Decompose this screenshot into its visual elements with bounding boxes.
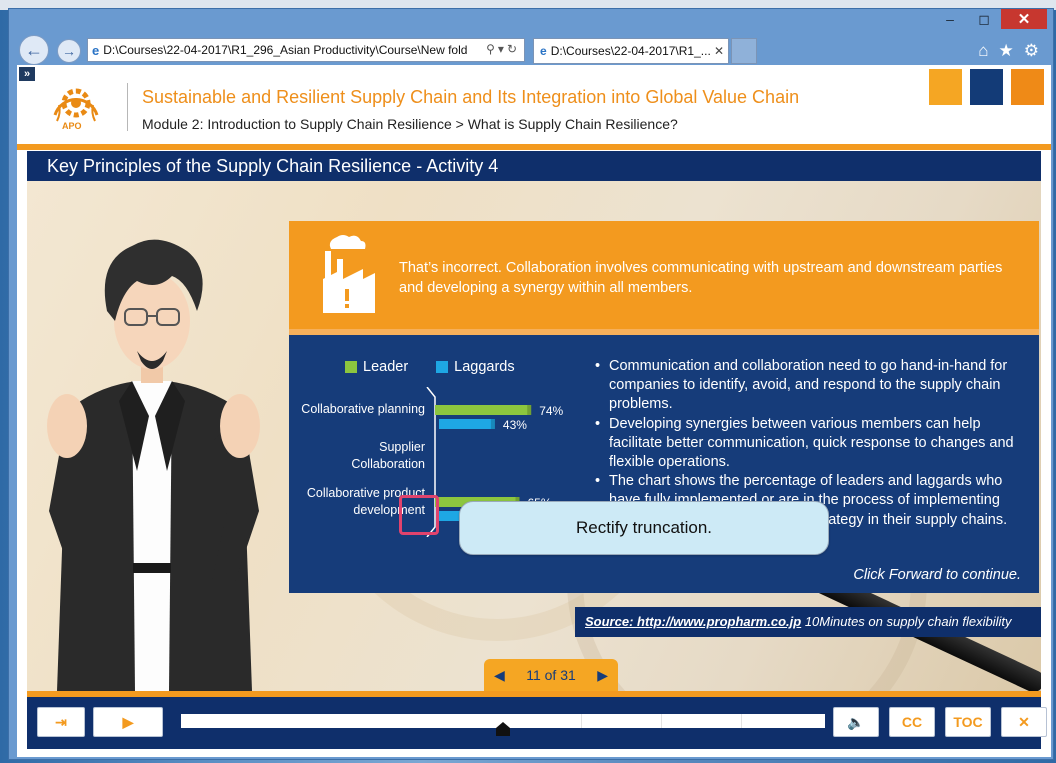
logo-text: APO [62, 121, 82, 131]
prev-slide-icon[interactable]: ◀ [494, 667, 505, 684]
slide-title: Key Principles of the Supply Chain Resil… [27, 151, 1041, 181]
accent-square [1011, 69, 1044, 105]
factory-alert-icon [323, 235, 375, 313]
window-controls: – ◻ ✕ [933, 9, 1047, 31]
accent-square [929, 69, 962, 105]
presenter-character [47, 239, 260, 691]
bullet-item: • Communication and collaboration need to… [595, 357, 1015, 415]
chart-value-label: 74% [539, 404, 563, 418]
callout-text: Rectify truncation. [575, 518, 713, 537]
header-divider [127, 83, 128, 131]
volume-button[interactable]: 🔈 [833, 707, 879, 737]
source-description: 10Minutes on supply chain flexibility [804, 614, 1012, 629]
browser-window: – ◻ ✕ ← → e D:\Courses\22-04-2017\R1_296… [8, 8, 1054, 760]
close-icon: ✕ [1018, 713, 1030, 730]
breadcrumb: Module 2: Introduction to Supply Chain R… [142, 116, 678, 132]
course-header: APO Sustainable and Resilient Supply Cha… [17, 65, 1051, 145]
apo-logo: APO [47, 79, 105, 137]
close-window-button[interactable]: ✕ [1001, 9, 1047, 29]
bullet-text: Developing synergies between various mem… [609, 415, 1014, 471]
arrow-left-icon: ← [25, 39, 43, 60]
address-bar[interactable]: e D:\Courses\22-04-2017\R1_296_Asian Pro… [87, 38, 525, 62]
progress-tick [581, 714, 582, 728]
home-icon[interactable]: ⌂ [978, 41, 988, 61]
exit-button[interactable]: ⇥ [37, 707, 85, 737]
browser-icons: ⌂ ★ ⚙ [978, 41, 1039, 61]
header-accent-line [17, 144, 1051, 150]
cc-label: CC [901, 714, 923, 730]
ie-icon: e [92, 42, 100, 58]
close-tab-icon[interactable]: ✕ [714, 44, 724, 58]
refresh-icon[interactable]: ↻ [507, 42, 520, 56]
tab-title: D:\Courses\22-04-2017\R1_... [550, 44, 711, 58]
exit-icon: ⇥ [55, 713, 67, 730]
arrow-right-icon: → [62, 43, 76, 59]
settings-gear-icon[interactable]: ⚙ [1024, 41, 1039, 61]
course-page: APO Sustainable and Resilient Supply Cha… [17, 65, 1051, 757]
course-title: Sustainable and Resilient Supply Chain a… [142, 87, 800, 107]
back-button[interactable]: ← [19, 35, 49, 65]
forward-button[interactable]: → [57, 39, 81, 63]
chart-category-label-line: Supplier [379, 440, 425, 454]
legend-swatch [436, 361, 449, 373]
toc-label: TOC [953, 714, 983, 730]
chart-bar-leader [435, 405, 532, 415]
truncation-highlight [399, 495, 439, 535]
next-slide-icon[interactable]: ▶ [597, 667, 608, 684]
accent-square [970, 69, 1003, 105]
legend-item-leader: Leader [345, 359, 408, 375]
new-tab-button[interactable] [731, 38, 757, 64]
close-player-button[interactable]: ✕ [1001, 707, 1047, 737]
chart-value-label: 43% [503, 418, 527, 432]
player-bar: ⇥ ▶ 🔈 CC TOC ✕ [27, 697, 1047, 749]
favorites-star-icon[interactable]: ★ [999, 41, 1014, 61]
source-bar: Source: http://www.propharm.co.jp 10Minu… [575, 607, 1041, 637]
address-text: D:\Courses\22-04-2017\R1_296_Asian Produ… [103, 43, 468, 57]
chart-category-label-line: Collaborative planning [301, 402, 425, 416]
dropdown-icon[interactable]: ▾ [498, 42, 507, 56]
address-tools: ⚲▾↻ [486, 42, 520, 56]
chart-category-label: Collaborative planning [301, 402, 425, 416]
progress-tick [661, 714, 662, 728]
minimize-button[interactable]: – [933, 9, 967, 29]
toc-button[interactable]: TOC [945, 707, 991, 737]
feedback-message: That’s incorrect. Collaboration involves… [399, 260, 1003, 296]
feedback-panel: That’s incorrect. Collaboration involves… [289, 221, 1039, 329]
source-link[interactable]: Source: http://www.propharm.co.jp [585, 614, 801, 629]
ie-icon: e [540, 44, 547, 58]
pager-text: 11 of 31 [526, 667, 576, 683]
progress-bar[interactable] [181, 714, 825, 736]
collapse-toggle-button[interactable]: » [19, 67, 35, 81]
chart-legend: Leader Laggards [345, 359, 515, 375]
legend-label: Laggards [454, 359, 515, 375]
legend-label: Leader [363, 359, 409, 375]
continue-instruction: Click Forward to continue. [853, 567, 1021, 583]
chart-category-label-line: Collaboration [351, 457, 425, 471]
cc-button[interactable]: CC [889, 707, 935, 737]
progress-thumb[interactable] [496, 722, 510, 736]
browser-toolbar: ← → e D:\Courses\22-04-2017\R1_296_Asian… [9, 33, 1053, 65]
chart-bar-laggards [439, 419, 495, 429]
bullet-item: • Developing synergies between various me… [595, 415, 1015, 473]
bullet-text: Communication and collaboration need to … [609, 358, 1008, 413]
legend-swatch [345, 361, 357, 373]
chart-category-label: Supplier Collaboration [351, 440, 425, 471]
speaker-icon: 🔈 [847, 713, 865, 730]
review-callout: Rectify truncation. [459, 501, 829, 555]
slide-stage: That’s incorrect. Collaboration involves… [27, 181, 1041, 691]
legend-item-laggards: Laggards [436, 359, 515, 375]
browser-tab[interactable]: e D:\Courses\22-04-2017\R1_... ✕ [533, 38, 729, 64]
slide-pager: ◀ 11 of 31 ▶ [484, 659, 618, 691]
progress-tick [741, 714, 742, 728]
maximize-button[interactable]: ◻ [967, 9, 1001, 29]
chart-bar-shade [527, 405, 532, 415]
search-icon[interactable]: ⚲ [486, 42, 498, 56]
play-icon: ▶ [122, 713, 134, 730]
play-button[interactable]: ▶ [93, 707, 163, 737]
chart-bar-shade [490, 419, 495, 429]
